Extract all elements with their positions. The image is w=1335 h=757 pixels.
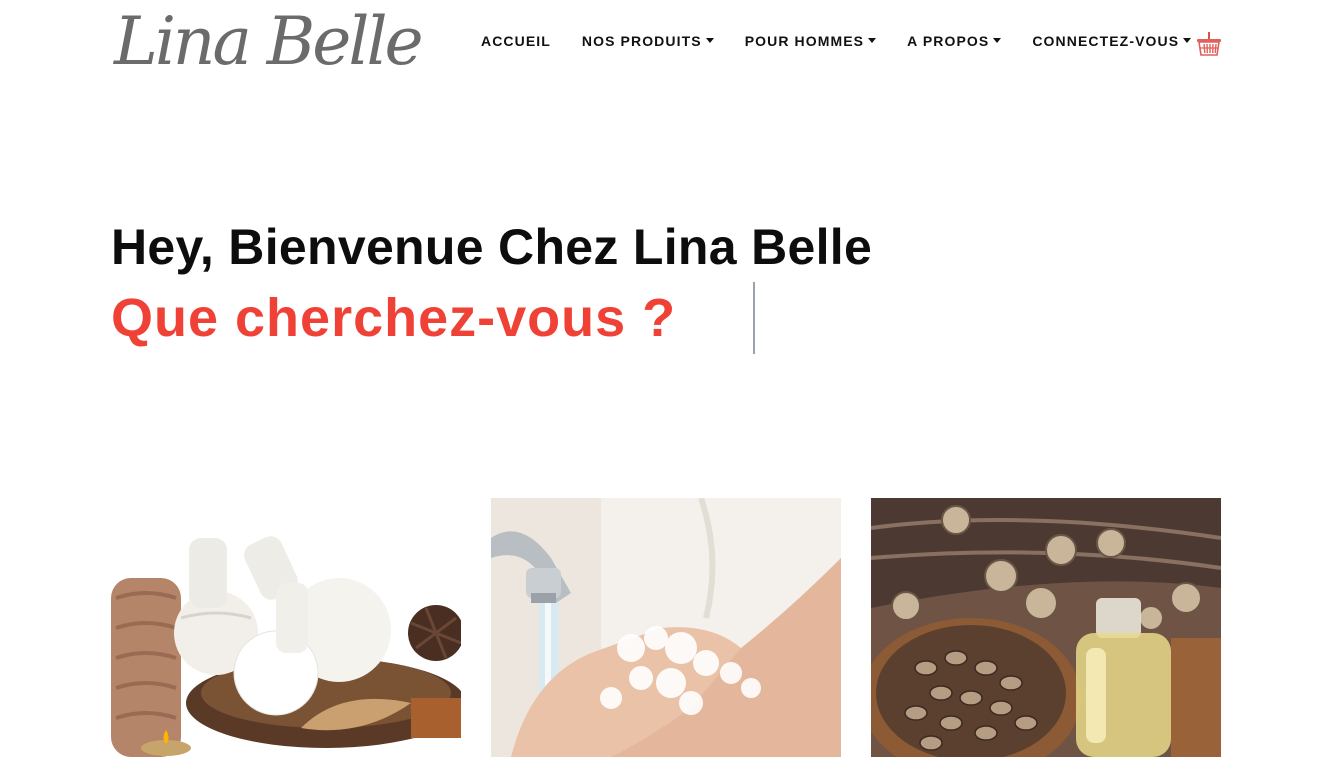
category-card-hygiene[interactable] (491, 498, 841, 757)
site-header: Lina Belle ACCUEIL NOS PRODUITS POUR HOM… (0, 0, 1335, 90)
castor-seeds-oil-image (871, 498, 1221, 757)
caret-down-icon (868, 38, 877, 43)
nav-pour-hommes[interactable]: POUR HOMMES (744, 33, 877, 49)
caret-down-icon (705, 38, 714, 43)
main-nav: ACCUEIL NOS PRODUITS POUR HOMMES A PROPO… (481, 33, 1192, 49)
basket-icon[interactable] (1196, 31, 1222, 57)
category-card-oils[interactable] (871, 498, 1221, 757)
nav-accueil-label: ACCUEIL (481, 33, 551, 49)
logo[interactable]: Lina Belle (114, 2, 424, 82)
category-card-spa[interactable] (111, 498, 461, 757)
nav-a-propos-label: A PROPOS (907, 33, 990, 49)
caret-down-icon (993, 38, 1002, 43)
nav-pour-hommes-label: POUR HOMMES (744, 33, 865, 49)
typing-cursor (753, 282, 755, 354)
nav-nos-produits-label: NOS PRODUITS (581, 33, 702, 49)
caret-down-icon (1183, 38, 1192, 43)
nav-connectez-vous[interactable]: CONNECTEZ-VOUS (1032, 33, 1192, 49)
nav-nos-produits[interactable]: NOS PRODUITS (582, 33, 714, 49)
hand-washing-image (491, 498, 841, 757)
nav-a-propos[interactable]: A PROPOS (907, 33, 1002, 49)
hero-subtitle: Que cherchez-vous ? (111, 288, 677, 348)
spa-herbal-compress-image (111, 498, 461, 757)
nav-connectez-vous-label: CONNECTEZ-VOUS (1032, 33, 1180, 49)
nav-accueil[interactable]: ACCUEIL (481, 33, 551, 49)
hero-title: Hey, Bienvenue Chez Lina Belle (111, 219, 873, 275)
